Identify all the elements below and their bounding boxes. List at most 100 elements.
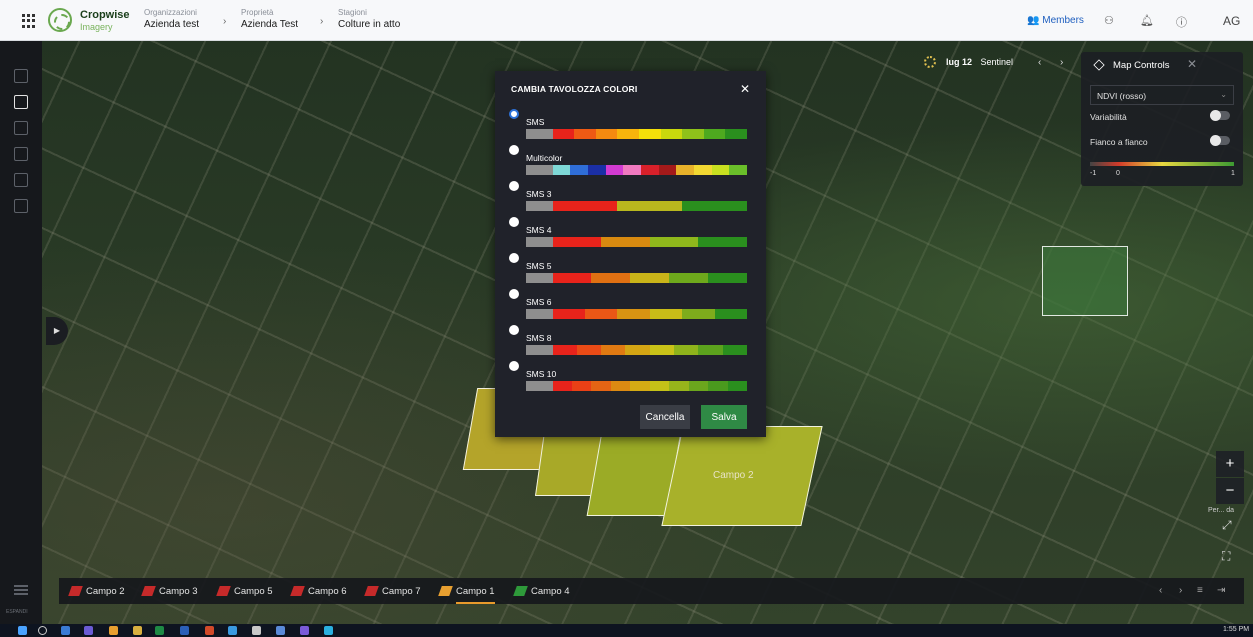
app-icon[interactable] (252, 626, 261, 635)
field-tab[interactable]: Campo 4 (513, 586, 570, 597)
side-by-side-toggle[interactable] (1210, 135, 1230, 146)
apps-grid-icon[interactable] (22, 14, 36, 28)
cropwise-logo[interactable] (48, 8, 72, 32)
app-icon[interactable] (61, 626, 70, 635)
close-icon[interactable]: ✕ (740, 82, 750, 96)
palette-swatch (694, 165, 712, 175)
palette-radio[interactable] (509, 145, 519, 155)
palette-option[interactable]: SMS 5 (509, 253, 749, 289)
field-tab[interactable]: Campo 5 (216, 586, 273, 597)
filter-icon[interactable]: ≡ (1197, 585, 1203, 596)
focus-icon[interactable]: ⛶ (1222, 549, 1230, 564)
word-icon[interactable] (180, 626, 189, 635)
fullscreen-icon[interactable]: ⤢ (1222, 518, 1232, 533)
members-label: Members (1042, 15, 1084, 26)
palette-option[interactable]: Multicolor (509, 145, 749, 181)
palette-option[interactable]: SMS 3 (509, 181, 749, 217)
field-tab[interactable]: Campo 7 (364, 586, 421, 597)
folder-icon[interactable] (133, 626, 142, 635)
map-expand-handle[interactable]: ▶ (46, 317, 68, 345)
palette-radio[interactable] (509, 253, 519, 263)
layers-icon (1093, 59, 1105, 71)
palette-swatch (571, 381, 592, 391)
palette-option[interactable]: SMS (509, 109, 749, 145)
field-tab[interactable]: Campo 6 (290, 586, 347, 597)
app-icon[interactable] (276, 626, 285, 635)
cancel-button[interactable]: Cancella (640, 405, 690, 429)
palette-radio[interactable] (509, 181, 519, 191)
zoom-out-button[interactable]: − (1216, 478, 1244, 504)
map-controls-panel: Map Controls ✕ NDVI (rosso) ⌄ Variabilit… (1081, 52, 1243, 186)
chevron-left-icon[interactable]: ‹ (1159, 585, 1162, 596)
breadcrumb-organization[interactable]: Organizzazioni Azienda test (144, 8, 199, 32)
field-tab[interactable]: Campo 3 (141, 586, 198, 597)
field-tab[interactable]: Campo 1 (438, 586, 495, 604)
app-icon[interactable] (84, 626, 93, 635)
palette-radio[interactable] (509, 289, 519, 299)
palette-color-bar (526, 345, 748, 355)
avatar[interactable]: AG (1223, 14, 1240, 28)
grid-icon[interactable] (14, 121, 28, 135)
field-tab-label: Campo 4 (531, 586, 570, 597)
breadcrumb-season[interactable]: Stagioni Colture in atto (338, 8, 400, 32)
palette-option[interactable]: SMS 4 (509, 217, 749, 253)
report-icon[interactable] (14, 199, 28, 213)
chevron-left-icon[interactable]: ‹ (1038, 57, 1041, 68)
palette-swatch (526, 273, 553, 283)
breadcrumb-property[interactable]: Proprietà Azienda Test (241, 8, 298, 32)
palette-color-bar (526, 129, 747, 139)
toggle-label: Fianco a fianco (1090, 137, 1148, 147)
palette-color-bar (526, 201, 747, 211)
field-tab-label: Campo 1 (456, 586, 495, 597)
chrome-icon[interactable] (109, 626, 118, 635)
save-button[interactable]: Salva (701, 405, 747, 429)
field-polygon[interactable] (1042, 246, 1128, 316)
help-icon[interactable]: ⓘ (1176, 14, 1187, 30)
members-button[interactable]: 👥 Members (1027, 15, 1084, 26)
edge-icon[interactable] (228, 626, 237, 635)
map-icon[interactable] (14, 95, 28, 109)
palette-swatch (630, 381, 650, 391)
variability-toggle[interactable] (1210, 110, 1230, 121)
collapse-icon[interactable]: ⇥ (1217, 585, 1225, 596)
zoom-in-button[interactable]: + (1216, 451, 1244, 477)
layer-select[interactable]: NDVI (rosso) ⌄ (1090, 85, 1234, 105)
palette-swatch (601, 237, 650, 247)
browser-icon[interactable] (324, 626, 333, 635)
powerpoint-icon[interactable] (205, 626, 214, 635)
chevron-right-icon[interactable]: › (1060, 57, 1063, 68)
palette-swatch (526, 129, 553, 139)
palette-radio[interactable] (509, 217, 519, 227)
date-value: lug 12 (946, 57, 973, 67)
chevron-down-icon: ⌄ (1220, 90, 1227, 99)
palette-radio[interactable] (509, 109, 519, 119)
date-control[interactable]: lug 12 Sentinel ‹ › (920, 52, 1075, 74)
hide-panel-icon[interactable]: ✕ (1187, 57, 1197, 71)
dashboard-icon[interactable] (14, 69, 28, 83)
network-icon[interactable]: ⚇ (1104, 14, 1114, 27)
palette-swatch (587, 165, 606, 175)
palette-name: SMS 5 (526, 261, 552, 271)
palette-swatch (526, 237, 553, 247)
bell-icon[interactable]: 🔔︎ (1140, 14, 1154, 27)
notes-icon[interactable] (14, 173, 28, 187)
palette-swatch (698, 345, 723, 355)
palette-radio[interactable] (509, 325, 519, 335)
chart-icon[interactable] (14, 147, 28, 161)
palette-name: SMS 6 (526, 297, 552, 307)
flag-icon (438, 586, 453, 596)
palette-option[interactable]: SMS 8 (509, 325, 749, 361)
search-icon[interactable] (38, 626, 47, 635)
expand-label[interactable]: ESPANDI (6, 609, 28, 615)
chevron-right-icon[interactable]: › (1179, 585, 1182, 596)
map-controls-header[interactable]: Map Controls ✕ (1081, 52, 1243, 78)
palette-option[interactable]: SMS 10 (509, 361, 749, 397)
palette-swatch (526, 381, 553, 391)
palette-radio[interactable] (509, 361, 519, 371)
field-tab[interactable]: Campo 2 (68, 586, 125, 597)
teams-icon[interactable] (300, 626, 309, 635)
palette-option[interactable]: SMS 6 (509, 289, 749, 325)
excel-icon[interactable] (155, 626, 164, 635)
windows-icon[interactable] (18, 626, 27, 635)
menu-icon[interactable] (14, 585, 28, 595)
